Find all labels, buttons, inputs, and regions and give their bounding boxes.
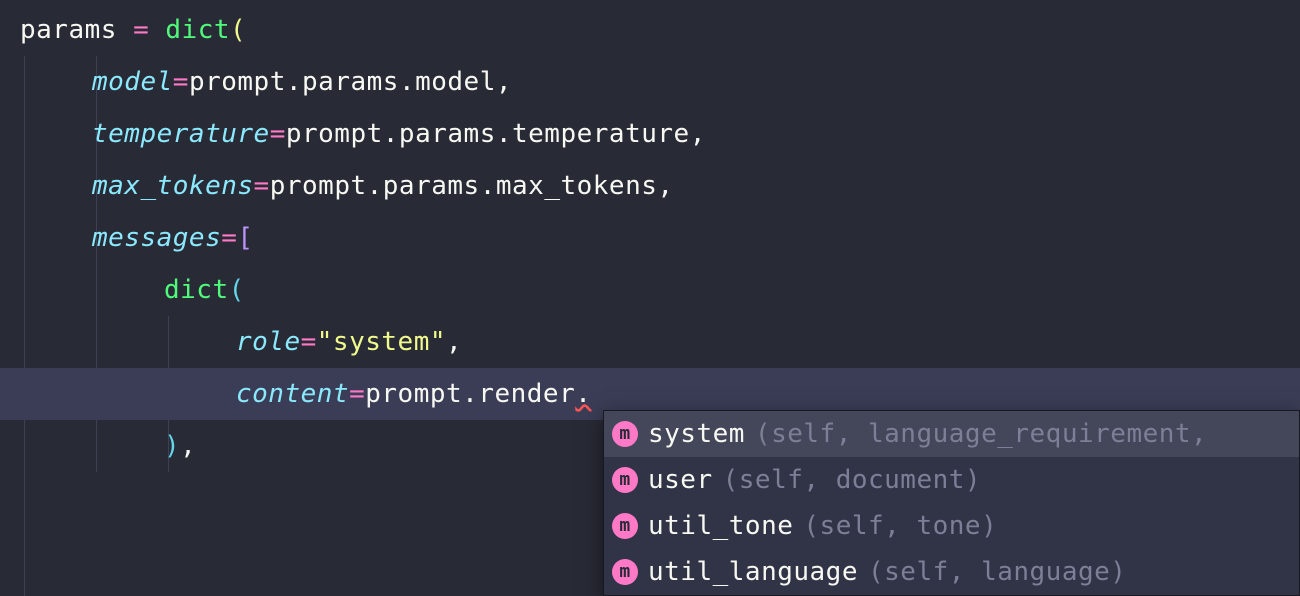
autocomplete-signature: (self, language_requirement, [755,411,1207,457]
token-property: params [302,67,399,97]
token-operator: = [117,15,165,45]
token-operator: = [301,327,317,357]
autocomplete-signature: (self, tone) [803,503,997,549]
token-variable: params [20,15,117,45]
token-dot: . [480,171,496,201]
autocomplete-name: util_tone [648,503,793,549]
code-line[interactable]: messages=[ [20,212,1300,264]
token-paren: ( [229,275,245,305]
token-identifier: prompt [270,171,367,201]
token-property: temperature [512,119,690,149]
token-string: "system" [317,327,446,357]
token-kwarg: messages [92,223,221,253]
token-property: max_tokens [496,171,658,201]
token-property: render [478,379,575,409]
token-operator: = [221,223,237,253]
autocomplete-name: system [648,411,745,457]
code-line[interactable]: params = dict( [20,4,1300,56]
token-dot: . [367,171,383,201]
code-line[interactable]: temperature=prompt.params.temperature, [20,108,1300,160]
token-comma: , [690,119,706,149]
token-bracket: [ [237,223,253,253]
code-editor[interactable]: params = dict( model=prompt.params.model… [0,0,1300,472]
method-icon: m [612,421,638,447]
token-function: dict [165,15,230,45]
token-property: model [415,67,496,97]
token-dot-error: . [575,379,591,409]
token-property: params [383,171,480,201]
autocomplete-item[interactable]: m util_tone(self, tone) [604,503,1299,549]
token-kwarg: model [92,67,173,97]
token-kwarg: role [236,327,301,357]
token-operator: = [349,379,365,409]
method-icon: m [612,559,638,585]
token-comma: , [496,67,512,97]
autocomplete-signature: (self, document) [723,457,981,503]
autocomplete-signature: (self, language) [868,549,1126,595]
autocomplete-name: user [648,457,713,503]
autocomplete-item-selected[interactable]: m system(self, language_requirement, [604,411,1299,457]
code-line[interactable]: model=prompt.params.model, [20,56,1300,108]
autocomplete-item[interactable]: m util_language(self, language) [604,549,1299,595]
token-operator: = [173,67,189,97]
code-line[interactable]: max_tokens=prompt.params.max_tokens, [20,160,1300,212]
token-comma: , [180,431,196,461]
token-kwarg: temperature [92,119,270,149]
method-icon: m [612,467,638,493]
token-dot: . [496,119,512,149]
code-line[interactable]: dict( [20,264,1300,316]
token-comma: , [446,327,462,357]
token-dot: . [462,379,478,409]
token-dot: . [286,67,302,97]
token-dot: . [383,119,399,149]
token-kwarg: max_tokens [92,171,254,201]
autocomplete-popup[interactable]: m system(self, language_requirement, m u… [603,410,1300,596]
token-paren: ) [164,431,180,461]
token-identifier: prompt [189,67,286,97]
token-identifier: prompt [365,379,462,409]
autocomplete-item[interactable]: m user(self, document) [604,457,1299,503]
token-identifier: prompt [286,119,383,149]
token-operator: = [270,119,286,149]
method-icon: m [612,513,638,539]
code-line[interactable]: role="system", [20,316,1300,368]
token-kwarg: content [236,379,349,409]
token-operator: = [254,171,270,201]
token-paren: ( [230,15,246,45]
token-property: params [399,119,496,149]
token-function: dict [164,275,229,305]
token-comma: , [657,171,673,201]
token-dot: . [399,67,415,97]
autocomplete-name: util_language [648,549,858,595]
